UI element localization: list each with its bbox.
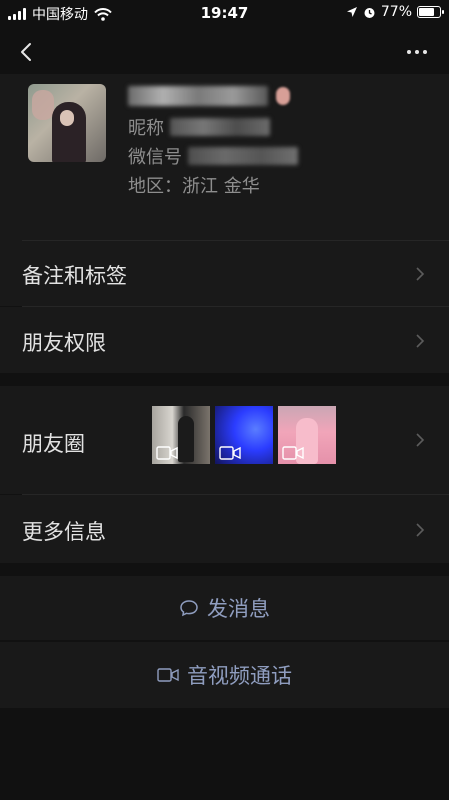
battery-icon	[417, 6, 444, 18]
more-dots-icon	[407, 50, 411, 54]
video-icon	[219, 446, 241, 460]
av-call-button[interactable]: 音视频通话	[0, 642, 449, 708]
back-button[interactable]	[14, 36, 44, 68]
nickname-blurred	[170, 117, 270, 136]
chevron-right-icon	[416, 523, 425, 537]
more-info-label: 更多信息	[22, 520, 106, 544]
chevron-right-icon	[416, 334, 425, 348]
moments-thumbnail	[152, 406, 210, 464]
battery-fill	[419, 8, 434, 16]
nickname-label: 昵称	[128, 117, 164, 139]
status-bar: 中国移动 19:47 77%	[0, 0, 449, 26]
status-right: 77%	[346, 4, 444, 20]
moments-label: 朋友圈	[22, 432, 85, 456]
remark-tags-label: 备注和标签	[22, 264, 127, 288]
wechat-id-blurred	[188, 146, 298, 165]
nickname-row: 昵称	[128, 112, 298, 141]
video-call-icon	[157, 668, 179, 682]
send-message-button[interactable]: 发消息	[0, 576, 449, 640]
chevron-left-icon	[21, 43, 31, 61]
moments-cell[interactable]: 朋友圈	[0, 386, 449, 494]
remark-tags-cell[interactable]: 备注和标签	[0, 240, 449, 306]
chevron-right-icon	[416, 267, 425, 281]
friend-permissions-label: 朋友权限	[22, 331, 106, 355]
video-icon	[282, 446, 304, 460]
profile-info: 昵称 微信号 地区：浙江 金华	[128, 80, 298, 199]
friend-permissions-cell[interactable]: 朋友权限	[0, 306, 449, 373]
chevron-right-icon	[416, 433, 425, 447]
profile-card: 昵称 微信号 地区：浙江 金华	[0, 74, 449, 240]
location-icon	[346, 7, 357, 17]
region-text: 地区：浙江 金华	[128, 175, 260, 197]
video-icon	[156, 446, 178, 460]
more-info-cell[interactable]: 更多信息	[0, 494, 449, 563]
battery-percent: 77%	[380, 4, 412, 20]
send-message-label: 发消息	[207, 597, 270, 621]
av-call-label: 音视频通话	[187, 664, 292, 688]
chat-bubble-icon	[180, 600, 198, 617]
alarm-icon	[364, 7, 375, 18]
nav-bar	[0, 30, 449, 74]
avatar[interactable]	[28, 84, 106, 162]
display-name-blurred	[128, 86, 268, 106]
gender-icon	[276, 87, 290, 105]
moments-thumbnails	[152, 406, 336, 464]
moments-thumbnail	[215, 406, 273, 464]
wechat-id-label: 微信号	[128, 146, 182, 168]
display-name-row	[128, 80, 298, 112]
wechat-id-row: 微信号	[128, 141, 298, 170]
more-button[interactable]	[399, 36, 435, 68]
region-row: 地区：浙江 金华	[128, 170, 298, 199]
moments-thumbnail	[278, 406, 336, 464]
